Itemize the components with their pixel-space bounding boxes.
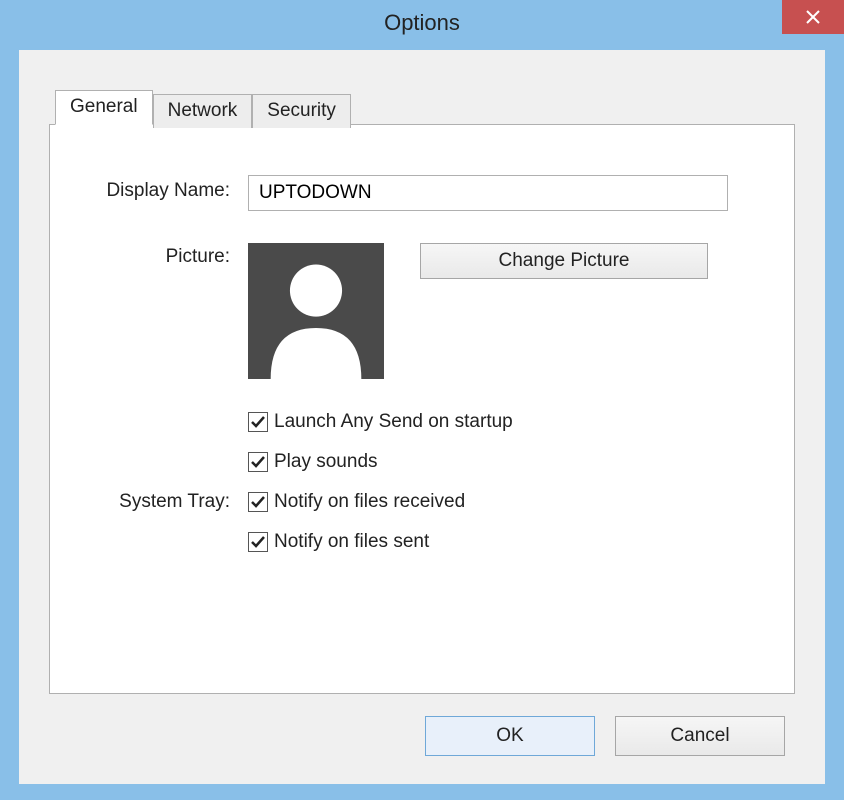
- person-icon: [248, 243, 384, 379]
- launch-startup-label[interactable]: Launch Any Send on startup: [274, 411, 513, 433]
- tab-general[interactable]: General: [55, 90, 153, 125]
- play-sounds-checkbox[interactable]: [248, 452, 268, 472]
- avatar: [248, 243, 384, 379]
- close-icon: [805, 9, 821, 25]
- tab-security[interactable]: Security: [252, 94, 351, 128]
- picture-label: Picture:: [78, 243, 248, 268]
- button-bar: OK Cancel: [49, 716, 795, 756]
- display-name-label: Display Name:: [78, 175, 248, 207]
- change-picture-button[interactable]: Change Picture: [420, 243, 708, 279]
- close-button[interactable]: [782, 0, 844, 34]
- window-title: Options: [0, 10, 844, 36]
- tab-panel-general: Display Name: Picture:: [49, 124, 795, 694]
- tab-strip: General Network Security: [55, 90, 795, 124]
- launch-startup-checkbox[interactable]: [248, 412, 268, 432]
- display-name-input[interactable]: [248, 175, 728, 211]
- notify-received-label[interactable]: Notify on files received: [274, 491, 465, 513]
- display-name-row: Display Name:: [78, 175, 766, 211]
- notify-sent-label[interactable]: Notify on files sent: [274, 531, 429, 553]
- cancel-button[interactable]: Cancel: [615, 716, 785, 756]
- play-sounds-label[interactable]: Play sounds: [274, 451, 378, 473]
- tab-network[interactable]: Network: [153, 94, 253, 128]
- dialog-content: General Network Security Display Name: P…: [19, 50, 825, 784]
- notify-sent-checkbox[interactable]: [248, 532, 268, 552]
- ok-button[interactable]: OK: [425, 716, 595, 756]
- startup-options-row: Launch Any Send on startup Play sounds: [78, 411, 766, 473]
- system-tray-row: System Tray: Notify on files received: [78, 491, 766, 553]
- options-window: Options General Network Security Display…: [0, 0, 844, 800]
- system-tray-label: System Tray:: [78, 491, 248, 513]
- notify-received-checkbox[interactable]: [248, 492, 268, 512]
- picture-row: Picture: Change Picture: [78, 243, 766, 379]
- titlebar: Options: [0, 0, 844, 46]
